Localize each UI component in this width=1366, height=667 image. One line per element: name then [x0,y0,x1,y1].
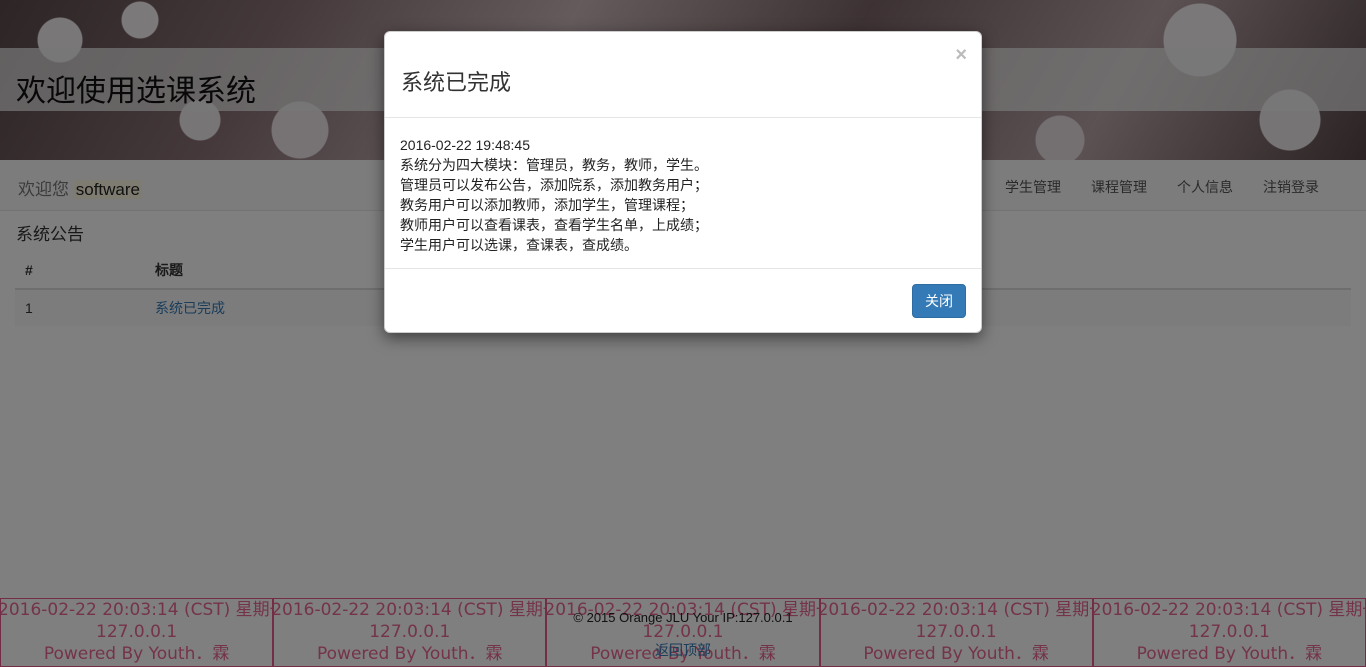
modal-header: 系统已完成 × [385,32,981,118]
modal-text-line: 教师用户可以查看课表，查看学生名单，上成绩； [400,217,708,233]
modal-text-line: 系统分为四大模块：管理员，教务，教师，学生。 [400,157,708,173]
modal-text-line: 教务用户可以添加教师，添加学生，管理课程； [400,197,694,213]
modal-text-line: 管理员可以发布公告，添加院系，添加教务用户； [400,177,708,193]
modal-text-line: 学生用户可以选课，查课表，查成绩。 [400,237,638,253]
modal-body: 2016-02-22 19:48:45 系统分为四大模块：管理员，教务，教师，学… [385,118,981,269]
modal-title: 系统已完成 [401,71,512,96]
close-icon[interactable]: × [955,44,967,67]
modal-timestamp: 2016-02-22 19:48:45 [400,137,530,153]
close-button[interactable]: 关闭 [912,284,966,318]
modal-footer: 关闭 [385,269,981,333]
announcement-modal: 系统已完成 × 2016-02-22 19:48:45 系统分为四大模块：管理员… [384,31,982,333]
